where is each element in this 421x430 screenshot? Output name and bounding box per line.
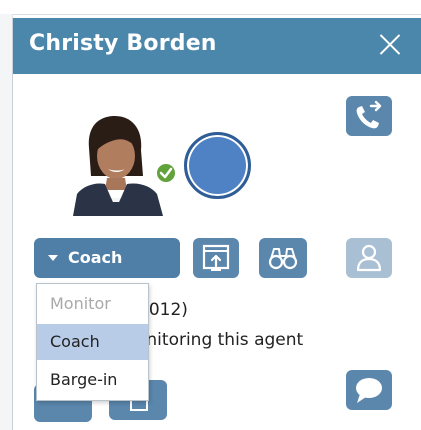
chat-bubble-icon xyxy=(356,378,382,403)
phone-transfer-icon xyxy=(356,100,382,129)
agent-panel: Christy Borden Coach 1012) onitoring thi… xyxy=(12,18,421,430)
binoculars-icon xyxy=(268,248,298,270)
monitor-mode-label: Coach xyxy=(68,248,123,267)
panel-header: Christy Borden xyxy=(13,18,421,74)
agent-avatar xyxy=(67,98,167,216)
monitor-mode-dropdown[interactable]: Coach xyxy=(34,238,180,278)
chat-button[interactable] xyxy=(346,370,392,410)
background-divider xyxy=(0,14,421,15)
caret-down-icon xyxy=(48,255,58,261)
phone-transfer-button[interactable] xyxy=(346,96,392,136)
menu-item-coach[interactable]: Coach xyxy=(37,324,148,360)
screen-share-button[interactable] xyxy=(193,238,239,278)
silent-monitor-button[interactable] xyxy=(259,238,307,278)
menu-item-monitor: Monitor xyxy=(50,294,111,313)
monitoring-status-text: onitoring this agent xyxy=(136,330,304,350)
status-circle-icon[interactable] xyxy=(184,132,251,199)
menu-item-barge-in[interactable]: Barge-in xyxy=(37,362,148,398)
screen-share-icon xyxy=(202,244,230,271)
monitor-mode-menu: Monitor Coach Barge-in xyxy=(36,283,149,401)
agent-name-title: Christy Borden xyxy=(29,31,217,56)
agent-profile-button[interactable] xyxy=(346,238,392,278)
close-icon[interactable] xyxy=(378,32,402,56)
agent-profile-icon xyxy=(356,244,382,272)
available-check-icon xyxy=(155,162,177,184)
